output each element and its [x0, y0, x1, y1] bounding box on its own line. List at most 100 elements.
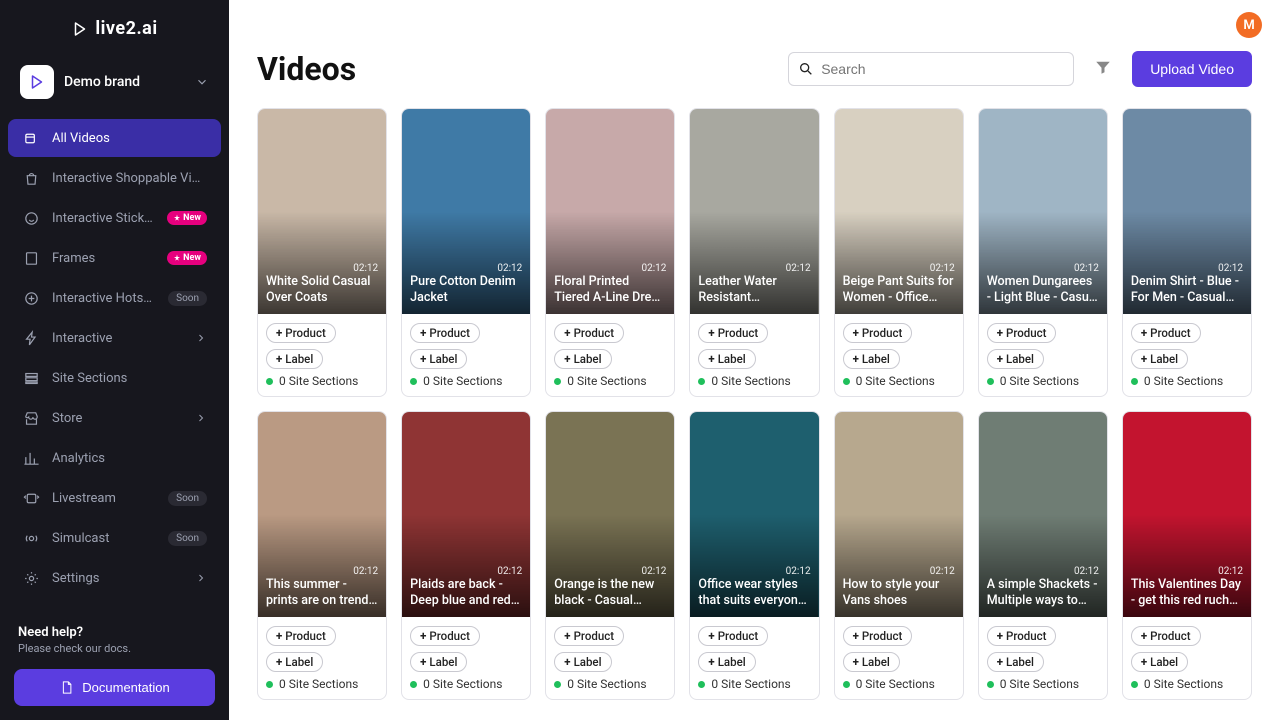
video-thumb[interactable]: 02:12 Leather Water Resistant Structured…	[690, 109, 818, 314]
video-card[interactable]: 02:12 How to style your Vans shoes + Pro…	[834, 411, 964, 700]
add-product-button[interactable]: + Product	[698, 626, 768, 646]
new-badge: New	[167, 251, 207, 265]
sidebar-item-interactive-hotspots[interactable]: Interactive HotspotsSoon	[8, 279, 221, 317]
add-product-button[interactable]: + Product	[987, 323, 1057, 343]
add-label-button[interactable]: + Label	[554, 652, 611, 672]
add-label-button[interactable]: + Label	[987, 349, 1044, 369]
search-wrap	[788, 52, 1074, 86]
chevron-right-icon	[195, 412, 207, 424]
add-label-button[interactable]: + Label	[1131, 349, 1188, 369]
add-product-button[interactable]: + Product	[554, 323, 624, 343]
add-product-button[interactable]: + Product	[1131, 323, 1201, 343]
video-thumb[interactable]: 02:12 White Solid Casual Over Coats	[258, 109, 386, 314]
sidebar-item-settings[interactable]: Settings	[8, 559, 221, 597]
sidebar-item-site-sections[interactable]: Site Sections	[8, 359, 221, 397]
video-card[interactable]: 02:12 Plaids are back - Deep blue and re…	[401, 411, 531, 700]
page-title: Videos	[257, 50, 774, 88]
sidebar-item-simulcast[interactable]: SimulcastSoon	[8, 519, 221, 557]
video-thumb[interactable]: 02:12 How to style your Vans shoes	[835, 412, 963, 617]
add-product-button[interactable]: + Product	[987, 626, 1057, 646]
sidebar-item-analytics[interactable]: Analytics	[8, 439, 221, 477]
documentation-label: Documentation	[82, 680, 169, 695]
search-input[interactable]	[788, 52, 1074, 86]
video-thumb[interactable]: 02:12 Floral Printed Tiered A-Line Dress…	[546, 109, 674, 314]
sections-icon	[22, 369, 40, 387]
add-label-button[interactable]: + Label	[410, 349, 467, 369]
site-sections-count: 0 Site Sections	[843, 374, 955, 388]
video-thumb[interactable]: 02:12 Women Dungarees - Light Blue - Cas…	[979, 109, 1107, 314]
upload-video-button[interactable]: Upload Video	[1132, 51, 1252, 87]
video-card[interactable]: 02:12 Beige Pant Suits for Women - Offic…	[834, 108, 964, 397]
sidebar-item-interactive-shoppable-videos[interactable]: Interactive Shoppable Videos	[8, 159, 221, 197]
chevron-right-icon	[195, 572, 207, 584]
avatar[interactable]: M	[1236, 12, 1262, 38]
add-label-button[interactable]: + Label	[266, 349, 323, 369]
add-product-button[interactable]: + Product	[843, 323, 913, 343]
card-body: + Product + Label 0 Site Sections	[690, 617, 818, 699]
add-product-button[interactable]: + Product	[266, 323, 336, 343]
sidebar-item-interactive-stickers[interactable]: Interactive StickersNew	[8, 199, 221, 237]
video-thumb[interactable]: 02:12 Denim Shirt - Blue - For Men - Cas…	[1123, 109, 1251, 314]
header: Videos Upload Video	[229, 0, 1280, 98]
video-card[interactable]: 02:12 Pure Cotton Denim Jacket + Product…	[401, 108, 531, 397]
video-card[interactable]: 02:12 A simple Shackets - Multiple ways …	[978, 411, 1108, 700]
add-product-button[interactable]: + Product	[698, 323, 768, 343]
video-duration: 02:12	[1131, 566, 1243, 577]
add-product-button[interactable]: + Product	[554, 626, 624, 646]
video-duration: 02:12	[410, 263, 522, 274]
video-thumb[interactable]: 02:12 Office wear styles that suits ever…	[690, 412, 818, 617]
add-label-button[interactable]: + Label	[843, 349, 900, 369]
video-thumb[interactable]: 02:12 Beige Pant Suits for Women - Offic…	[835, 109, 963, 314]
sidebar-item-interactive[interactable]: Interactive	[8, 319, 221, 357]
video-card[interactable]: 02:12 Office wear styles that suits ever…	[689, 411, 819, 700]
add-label-button[interactable]: + Label	[266, 652, 323, 672]
video-card[interactable]: 02:12 This summer - prints are on trend …	[257, 411, 387, 700]
video-card[interactable]: 02:12 Orange is the new black - Casual s…	[545, 411, 675, 700]
video-thumb[interactable]: 02:12 A simple Shackets - Multiple ways …	[979, 412, 1107, 617]
video-card[interactable]: 02:12 White Solid Casual Over Coats + Pr…	[257, 108, 387, 397]
video-title: Leather Water Resistant Structured Bag	[698, 274, 810, 307]
documentation-button[interactable]: Documentation	[14, 669, 215, 706]
sidebar-item-label: Store	[52, 411, 183, 426]
sidebar-item-label: All Videos	[52, 131, 207, 146]
video-card[interactable]: 02:12 Floral Printed Tiered A-Line Dress…	[545, 108, 675, 397]
video-thumb[interactable]: 02:12 Plaids are back - Deep blue and re…	[402, 412, 530, 617]
add-product-button[interactable]: + Product	[410, 626, 480, 646]
add-label-button[interactable]: + Label	[554, 349, 611, 369]
sidebar-item-frames[interactable]: FramesNew	[8, 239, 221, 277]
video-card[interactable]: 02:12 Women Dungarees - Light Blue - Cas…	[978, 108, 1108, 397]
add-label-button[interactable]: + Label	[698, 652, 755, 672]
sidebar-item-all-videos[interactable]: All Videos	[8, 119, 221, 157]
add-label-button[interactable]: + Label	[843, 652, 900, 672]
brand-selector[interactable]: Demo brand	[14, 59, 215, 105]
video-thumb[interactable]: 02:12 This Valentines Day - get this red…	[1123, 412, 1251, 617]
sidebar-item-livestream[interactable]: LivestreamSoon	[8, 479, 221, 517]
add-product-button[interactable]: + Product	[266, 626, 336, 646]
card-body: + Product + Label 0 Site Sections	[979, 314, 1107, 396]
video-card[interactable]: 02:12 Leather Water Resistant Structured…	[689, 108, 819, 397]
card-body: + Product + Label 0 Site Sections	[690, 314, 818, 396]
video-title: This Valentines Day - get this red ruche…	[1131, 577, 1243, 610]
add-label-button[interactable]: + Label	[698, 349, 755, 369]
site-sections-count: 0 Site Sections	[698, 374, 810, 388]
video-thumb[interactable]: 02:12 Orange is the new black - Casual s…	[546, 412, 674, 617]
add-product-button[interactable]: + Product	[1131, 626, 1201, 646]
add-label-button[interactable]: + Label	[410, 652, 467, 672]
video-thumb[interactable]: 02:12 Pure Cotton Denim Jacket	[402, 109, 530, 314]
add-label-button[interactable]: + Label	[987, 652, 1044, 672]
add-product-button[interactable]: + Product	[843, 626, 913, 646]
card-body: + Product + Label 0 Site Sections	[546, 314, 674, 396]
add-label-button[interactable]: + Label	[1131, 652, 1188, 672]
sidebar-item-store[interactable]: Store	[8, 399, 221, 437]
brand-icon	[20, 65, 54, 99]
video-card[interactable]: 02:12 Denim Shirt - Blue - For Men - Cas…	[1122, 108, 1252, 397]
video-thumb[interactable]: 02:12 This summer - prints are on trend …	[258, 412, 386, 617]
video-grid: 02:12 White Solid Casual Over Coats + Pr…	[229, 98, 1280, 720]
add-product-button[interactable]: + Product	[410, 323, 480, 343]
video-title: Office wear styles that suits everyone -…	[698, 577, 810, 610]
sidebar-item-label: Interactive Shoppable Videos	[52, 171, 207, 186]
video-duration: 02:12	[843, 566, 955, 577]
video-card[interactable]: 02:12 This Valentines Day - get this red…	[1122, 411, 1252, 700]
card-body: + Product + Label 0 Site Sections	[1123, 314, 1251, 396]
filter-button[interactable]	[1088, 52, 1118, 86]
